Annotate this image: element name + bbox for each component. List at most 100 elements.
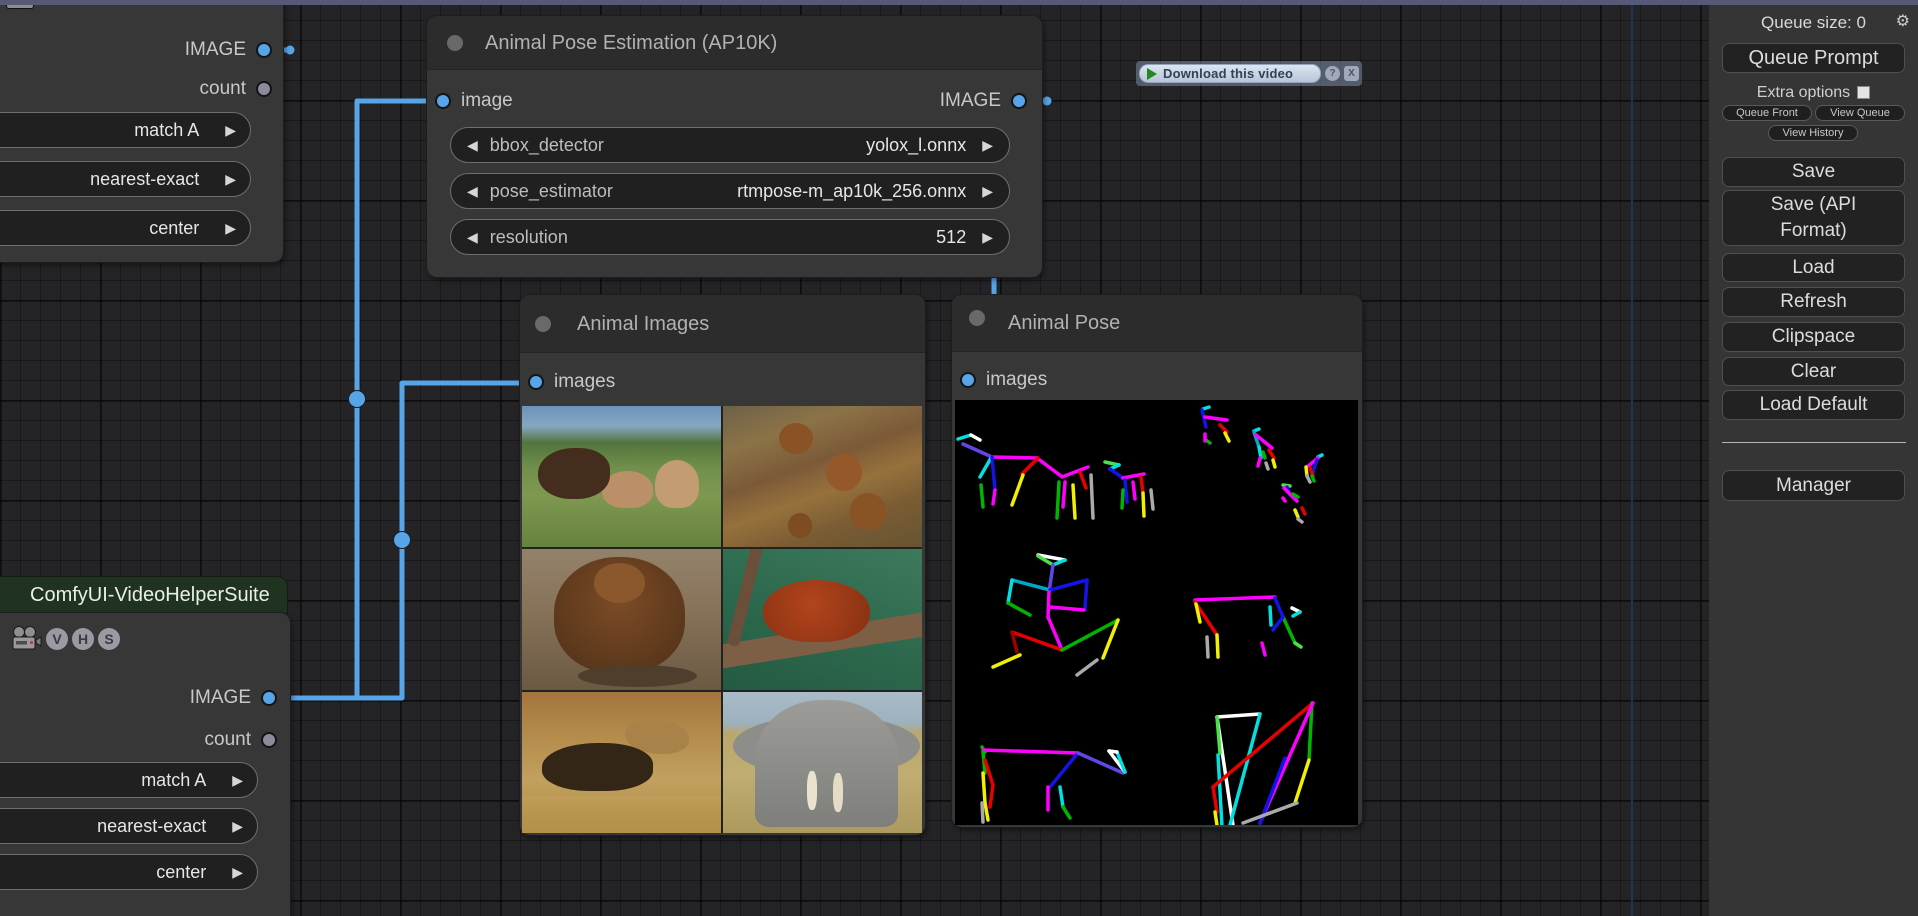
load-button[interactable]: Load (1722, 253, 1905, 282)
extra-options-checkbox[interactable] (1857, 86, 1870, 99)
save-button[interactable]: Save (1722, 157, 1905, 187)
clipspace-button[interactable]: Clipspace (1722, 322, 1905, 352)
widget-interpolation[interactable]: nearest-exact ▶ (0, 808, 258, 844)
photo-elephant (723, 692, 922, 833)
widget-crop[interactable]: center ▶ (0, 210, 251, 246)
queue-prompt-button[interactable]: Queue Prompt (1722, 43, 1905, 73)
comfyui-menu: Queue size: 0 ⚙ Queue Prompt Extra optio… (1709, 0, 1918, 916)
widget-pose-estimator[interactable]: ◀ pose_estimator rtmpose-m_ap10k_256.onn… (450, 173, 1010, 209)
widget-resolution[interactable]: ◀ resolution 512 ▶ (450, 219, 1010, 255)
widget-label: resolution (490, 227, 568, 248)
arrow-left-icon[interactable]: ◀ (467, 138, 478, 152)
output-row-count: count (205, 730, 277, 750)
banner-close-button[interactable]: X (1344, 66, 1359, 81)
arrow-right-icon[interactable]: ▶ (982, 184, 993, 198)
link-midpoint-dot (394, 532, 411, 549)
node-animal-pose[interactable]: Animal Pose images (952, 295, 1362, 827)
node-title-bar[interactable]: Animal Images (520, 295, 925, 353)
widget-value: rtmpose-m_ap10k_256.onnx (737, 181, 966, 202)
badge-s-icon: S (98, 628, 120, 650)
input-label: image (461, 90, 513, 112)
output-row-count: count (200, 79, 272, 99)
arrow-right-icon[interactable]: ▶ (232, 819, 243, 833)
save-api-format-button[interactable]: Save (API Format) (1722, 190, 1905, 246)
clear-button[interactable]: Clear (1722, 357, 1905, 386)
widget-match[interactable]: match A ▶ (0, 112, 251, 148)
photo-moose (522, 692, 721, 833)
node-animal-pose-estimation[interactable]: Animal Pose Estimation (AP10K) image IMA… (427, 16, 1042, 277)
count-output-dot[interactable] (261, 732, 277, 748)
download-video-button[interactable]: Download this video (1139, 64, 1321, 83)
collapse-dot[interactable] (447, 35, 463, 51)
arrow-right-icon[interactable]: ▶ (982, 138, 993, 152)
arrow-right-icon[interactable]: ▶ (225, 221, 236, 235)
widget-crop[interactable]: center ▶ (0, 854, 258, 890)
image-output-dot[interactable] (261, 690, 277, 706)
widget-interpolation[interactable]: nearest-exact ▶ (0, 161, 251, 197)
menu-divider (1722, 442, 1906, 443)
arrow-right-icon[interactable]: ▶ (225, 123, 236, 137)
images-input-dot[interactable] (960, 372, 976, 388)
node-animal-images[interactable]: Animal Images images (520, 295, 925, 835)
refresh-button[interactable]: Refresh (1722, 287, 1905, 317)
browser-top-strip (0, 0, 1918, 5)
count-output-dot[interactable] (256, 81, 272, 97)
input-row-images: images (960, 370, 1047, 390)
arrow-right-icon[interactable]: ▶ (232, 773, 243, 787)
widget-match[interactable]: match A ▶ (0, 762, 258, 798)
badge-h-icon: H (72, 628, 94, 650)
movie-camera-icon (10, 625, 42, 653)
arrow-right-icon[interactable]: ▶ (982, 230, 993, 244)
link-stub-dot (1043, 97, 1052, 106)
arrow-left-icon[interactable]: ◀ (467, 184, 478, 198)
widget-value: match A (134, 120, 199, 141)
arrow-left-icon[interactable]: ◀ (467, 230, 478, 244)
output-label: IMAGE (185, 39, 246, 61)
load-default-button[interactable]: Load Default (1722, 390, 1905, 420)
output-label: IMAGE (940, 90, 1001, 112)
collapse-dot[interactable] (535, 316, 551, 332)
view-history-button[interactable]: View History (1768, 125, 1858, 141)
play-icon (1147, 68, 1157, 80)
output-row-image: IMAGE (940, 91, 1027, 111)
node-title-bar[interactable]: Animal Pose Estimation (AP10K) (427, 16, 1042, 70)
extra-options-label: Extra options (1757, 84, 1850, 101)
node-load-video-top[interactable]: IMAGE count match A ▶ nearest-exact ▶ ce… (0, 0, 283, 262)
node-title-bar[interactable]: Animal Pose (952, 295, 1362, 352)
link-stub-dot (286, 46, 295, 55)
image-input-dot[interactable] (435, 93, 451, 109)
node-title: Animal Pose Estimation (AP10K) (485, 16, 777, 70)
image-output-dot[interactable] (1011, 93, 1027, 109)
badge-v-icon: V (46, 628, 68, 650)
manager-button[interactable]: Manager (1722, 470, 1905, 501)
node-title: Animal Pose (1008, 295, 1120, 352)
input-row-images: images (528, 372, 615, 392)
node-title: Animal Images (577, 295, 709, 353)
widget-label: bbox_detector (490, 135, 604, 156)
pose-skeletons (955, 400, 1358, 825)
collapse-dot[interactable] (969, 310, 985, 326)
photo-mouflon (723, 406, 922, 547)
image-output-dot[interactable] (256, 42, 272, 58)
widget-value: yolox_l.onnx (866, 135, 966, 156)
pose-preview-canvas (955, 400, 1358, 825)
widget-value: center (149, 218, 199, 239)
node-title: ComfyUI-VideoHelperSuite (30, 584, 270, 606)
widget-value: center (156, 862, 206, 883)
output-label: IMAGE (190, 687, 251, 709)
image-preview-grid (522, 406, 922, 833)
vhs-node-title-bar[interactable]: ComfyUI-VideoHelperSuite (0, 577, 287, 613)
widget-value: 512 (936, 227, 966, 248)
banner-help-button[interactable]: ? (1325, 66, 1340, 81)
arrow-right-icon[interactable]: ▶ (232, 865, 243, 879)
photo-blackbuck (522, 406, 721, 547)
view-queue-button[interactable]: View Queue (1815, 105, 1905, 121)
settings-gear-icon[interactable]: ⚙ (1896, 13, 1910, 31)
arrow-right-icon[interactable]: ▶ (225, 172, 236, 186)
queue-front-button[interactable]: Queue Front (1722, 105, 1812, 121)
node-video-helper-suite[interactable]: V H S IMAGE count match A ▶ nearest-exac… (0, 613, 290, 916)
widget-bbox-detector[interactable]: ◀ bbox_detector yolox_l.onnx ▶ (450, 127, 1010, 163)
output-row-image: IMAGE (185, 40, 272, 60)
link-midpoint-dot (349, 391, 366, 408)
images-input-dot[interactable] (528, 374, 544, 390)
